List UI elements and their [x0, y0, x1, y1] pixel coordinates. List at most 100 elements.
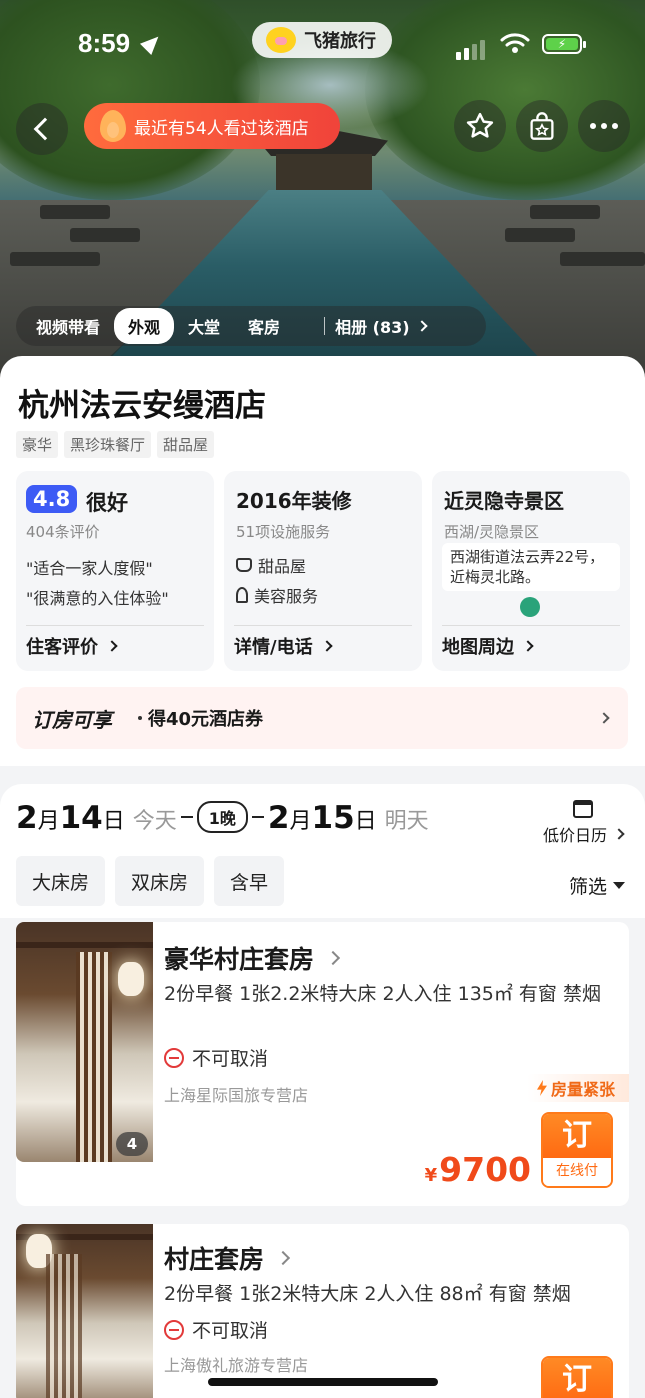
tab-video[interactable]: 视频带看	[22, 308, 114, 344]
reviews-link[interactable]: 住客评价	[26, 633, 118, 659]
tab-divider	[324, 317, 326, 335]
cake-icon	[236, 558, 252, 572]
room-title[interactable]: 村庄套房	[164, 1240, 291, 1276]
cancel-policy: 不可取消	[164, 1044, 268, 1071]
pay-online-label: 在线付	[543, 1158, 611, 1186]
book-button[interactable]: 订	[541, 1356, 613, 1398]
filter-chip[interactable]: 大床房	[16, 856, 106, 906]
facility-card[interactable]: 2016年装修 51项设施服务 甜品屋 美容服务 详情/电话	[224, 471, 422, 671]
checkin-word: 今天	[132, 809, 177, 834]
lounger	[505, 228, 575, 242]
review-score: 4.8	[26, 485, 78, 513]
lounger	[530, 205, 600, 219]
month-unit: 月	[37, 809, 60, 834]
chevron-right-icon	[106, 640, 118, 652]
checkout-month: 2	[267, 800, 290, 836]
album-label: 相册 (83)	[335, 318, 410, 337]
lounger	[10, 252, 100, 266]
shopping-bag-icon	[530, 112, 554, 140]
checkout-word: 明天	[384, 809, 429, 834]
recent-viewers-banner: 最近有54人看过该酒店	[84, 103, 340, 149]
currency-symbol: ¥	[424, 1165, 438, 1186]
promo-banner[interactable]: 订房可享 得40元酒店券	[16, 687, 628, 749]
chevron-right-icon	[415, 320, 428, 332]
chevron-right-icon	[613, 828, 625, 840]
map-link[interactable]: 地图周边	[442, 633, 534, 659]
beauty-icon	[236, 587, 248, 603]
hotel-tag: 甜品屋	[157, 431, 215, 458]
hero-pavilion	[276, 154, 372, 190]
more-button[interactable]	[578, 100, 630, 152]
date-selector[interactable]: 2 月 14 日 今天 1晚 2 月 15 日 明天	[16, 800, 433, 837]
card-divider	[442, 625, 620, 626]
tab-rooms[interactable]: 客房	[234, 308, 294, 344]
star-icon	[466, 112, 494, 138]
room-description: 2份早餐 1张2米特大床 2人入住 88㎡ 有窗 禁烟	[164, 1283, 571, 1305]
room-price: ¥ 9700	[425, 1150, 531, 1189]
room-photo[interactable]	[16, 1224, 153, 1398]
brand-pill[interactable]: 飞猪旅行	[252, 22, 392, 58]
location-area: 西湖/灵隐景区	[444, 523, 540, 541]
filter-chip[interactable]: 含早	[214, 856, 285, 906]
album-link[interactable]: 相册 (83)	[335, 314, 428, 338]
filter-button[interactable]: 筛选	[569, 872, 625, 899]
location-title: 近灵隐寺景区	[444, 489, 564, 513]
filter-chip[interactable]: 双床房	[115, 856, 205, 906]
promo-label: 订房可享	[32, 707, 112, 732]
room-title[interactable]: 豪华村庄套房	[164, 940, 341, 976]
lounger	[70, 228, 140, 242]
room-list: 4 豪华村庄套房 2份早餐 1张2.2米特大床 2人入住 135㎡ 有窗 禁烟 …	[0, 918, 645, 1398]
tab-exterior[interactable]: 外观	[114, 308, 175, 344]
checkin-day: 14	[59, 800, 103, 836]
photo-count: 4	[116, 1132, 148, 1156]
chevron-right-icon	[522, 640, 534, 652]
filter-label: 筛选	[568, 876, 607, 898]
review-card[interactable]: 4.8 很好 404条评价 "适合一家人度假" "很满意的入住体验" 住客评价	[16, 471, 214, 671]
chevron-right-icon	[325, 950, 341, 966]
address: 西湖街道法云弄22号， 近梅灵北路。	[442, 543, 620, 591]
room-title-label: 村庄套房	[164, 1245, 265, 1274]
wifi-icon	[500, 33, 530, 53]
favorite-button[interactable]	[454, 100, 506, 152]
nights-count: 1晚	[196, 801, 248, 833]
location-card[interactable]: 近灵隐寺景区 西湖/灵隐景区 西湖街道法云弄22号， 近梅灵北路。 地图周边	[432, 471, 630, 671]
room-card[interactable]: 村庄套房 2份早餐 1张2米特大床 2人入住 88㎡ 有窗 禁烟 不可取消 上海…	[16, 1224, 629, 1398]
room-card[interactable]: 4 豪华村庄套房 2份早餐 1张2.2米特大床 2人入住 135㎡ 有窗 禁烟 …	[16, 922, 629, 1206]
tab-lobby[interactable]: 大堂	[174, 308, 234, 344]
facility-item-label: 甜品屋	[258, 557, 307, 576]
hotel-tag: 豪华	[16, 431, 59, 458]
chevron-right-icon	[320, 640, 333, 652]
facility-item: 甜品屋	[236, 553, 306, 577]
room-description: 2份早餐 1张2.2米特大床 2人入住 135㎡ 有窗 禁烟	[164, 983, 601, 1005]
share-button[interactable]	[516, 100, 568, 152]
nights-connector	[180, 816, 193, 818]
pig-logo-icon	[266, 27, 296, 53]
book-label: 订	[543, 1358, 611, 1398]
card-divider	[234, 625, 412, 626]
renovation-year: 2016年装修	[236, 489, 352, 513]
signal-icon	[456, 40, 485, 60]
hotel-tags: 豪华 黑珍珠餐厅 甜品屋	[16, 431, 215, 458]
facility-item: 美容服务	[236, 583, 318, 607]
room-filters: 大床房 双床房 含早	[16, 856, 285, 906]
back-button[interactable]	[16, 103, 68, 155]
month-unit: 月	[289, 809, 312, 834]
details-phone-link[interactable]: 详情/电话	[234, 633, 333, 659]
price-amount: 9700	[439, 1150, 531, 1189]
room-photo[interactable]: 4	[16, 922, 153, 1162]
bullet-icon	[138, 716, 142, 720]
price-calendar-button[interactable]: 低价日历	[543, 800, 625, 846]
book-button[interactable]: 订 在线付	[541, 1112, 613, 1188]
lightning-icon	[536, 1080, 547, 1096]
scarcity-badge: 房量紧张	[526, 1074, 629, 1102]
lounger	[40, 205, 110, 219]
hotel-info-card: 杭州法云安缦酒店 豪华 黑珍珠餐厅 甜品屋 4.8 很好 404条评价 "适合一…	[0, 356, 645, 766]
home-indicator[interactable]	[208, 1378, 438, 1386]
hotel-name: 杭州法云安缦酒店	[18, 388, 266, 424]
caret-down-icon	[613, 882, 625, 889]
map-link-label: 地图周边	[442, 637, 514, 658]
hotel-tag: 黑珍珠餐厅	[64, 431, 152, 458]
promo-text: 得40元酒店券	[148, 709, 264, 730]
cancel-policy-label: 不可取消	[192, 1320, 269, 1342]
review-quote: "适合一家人度假"	[26, 559, 153, 578]
